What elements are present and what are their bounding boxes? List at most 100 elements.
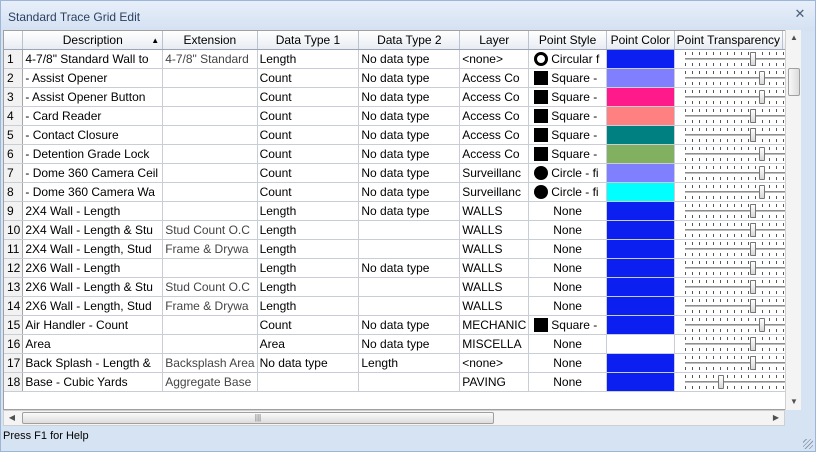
cell-description[interactable]: 2X6 Wall - Length <box>22 258 164 278</box>
cell-point-style[interactable]: Square - <box>528 87 607 107</box>
table-row[interactable]: 2- Assist Opener Count No data type Access … <box>4 68 800 88</box>
column-header-data-type-1[interactable]: Data Type 1 <box>257 31 360 50</box>
cell-extension[interactable] <box>162 68 258 88</box>
cell-point-color[interactable] <box>606 144 675 164</box>
row-number[interactable]: 5 <box>4 125 24 145</box>
cell-point-transparency[interactable] <box>674 49 800 69</box>
column-header-extension[interactable]: Extension <box>162 31 258 50</box>
cell-point-color[interactable] <box>606 220 675 240</box>
cell-description[interactable]: - Card Reader <box>22 106 164 126</box>
cell-point-style[interactable]: Square - <box>528 315 607 335</box>
row-number[interactable]: 11 <box>4 239 24 259</box>
row-number[interactable]: 12 <box>4 258 24 278</box>
cell-data-type-2[interactable]: No data type <box>358 258 461 278</box>
table-row[interactable]: 11 2X4 Wall - Length, Stud Frame & Drywa Le… <box>4 239 800 259</box>
cell-layer[interactable]: Access Co <box>459 87 530 107</box>
row-number[interactable]: 6 <box>4 144 24 164</box>
cell-point-transparency[interactable] <box>674 87 800 107</box>
cell-layer[interactable]: Access Co <box>459 106 530 126</box>
transparency-slider[interactable] <box>677 354 796 372</box>
scroll-down-icon[interactable]: ▼ <box>786 394 802 410</box>
row-number[interactable]: 10 <box>4 220 24 240</box>
cell-point-color[interactable] <box>606 315 675 335</box>
cell-extension[interactable] <box>162 106 258 126</box>
cell-point-color[interactable] <box>606 277 675 297</box>
row-number[interactable]: 9 <box>4 201 24 221</box>
table-row[interactable]: 16 Area Area No data type MISCELLA None <box>4 334 800 354</box>
cell-layer[interactable]: WALLS <box>459 258 530 278</box>
cell-layer[interactable]: PAVING <box>459 372 530 392</box>
slider-thumb[interactable] <box>749 279 756 294</box>
cell-extension[interactable] <box>162 258 258 278</box>
cell-data-type-2[interactable]: No data type <box>358 334 461 354</box>
trace-grid[interactable]: Description ▲ Extension Data Type 1 Data… <box>3 30 801 410</box>
cell-extension[interactable] <box>162 144 258 164</box>
row-number[interactable]: 3 <box>4 87 24 107</box>
cell-point-style[interactable]: None <box>528 296 607 316</box>
cell-description[interactable]: - Dome 360 Camera Ceil <box>22 163 164 183</box>
table-row[interactable]: 4- Card Reader Count No data type Access Co… <box>4 106 800 126</box>
cell-description[interactable]: - Dome 360 Camera Wa <box>22 182 164 202</box>
cell-data-type-2[interactable]: No data type <box>358 49 461 69</box>
cell-data-type-2[interactable]: No data type <box>358 144 461 164</box>
row-number[interactable]: 14 <box>4 296 24 316</box>
cell-point-transparency[interactable] <box>674 201 800 221</box>
cell-extension[interactable] <box>162 201 258 221</box>
cell-data-type-2[interactable]: No data type <box>358 163 461 183</box>
table-row[interactable]: 7- Dome 360 Camera Ceil Count No data type… <box>4 163 800 183</box>
cell-point-style[interactable]: Square - <box>528 106 607 126</box>
cell-data-type-2[interactable] <box>358 220 461 240</box>
cell-point-transparency[interactable] <box>674 353 800 373</box>
cell-description[interactable]: 2X6 Wall - Length & Stu <box>22 277 164 297</box>
cell-data-type-1[interactable]: Count <box>257 144 360 164</box>
cell-layer[interactable]: Access Co <box>459 144 530 164</box>
transparency-slider[interactable] <box>677 126 796 144</box>
cell-data-type-1[interactable]: Area <box>257 334 360 354</box>
transparency-slider[interactable] <box>677 278 796 296</box>
cell-point-style[interactable]: Square - <box>528 68 607 88</box>
column-header-layer[interactable]: Layer <box>459 31 530 50</box>
cell-point-transparency[interactable] <box>674 334 800 354</box>
cell-layer[interactable]: WALLS <box>459 220 530 240</box>
cell-point-style[interactable]: Circular f <box>528 49 607 69</box>
table-row[interactable]: 13 2X6 Wall - Length & Stu Stud Count O.C L… <box>4 277 800 297</box>
cell-point-style[interactable]: None <box>528 334 607 354</box>
slider-thumb[interactable] <box>749 336 756 351</box>
cell-point-color[interactable] <box>606 296 675 316</box>
slider-thumb[interactable] <box>758 184 765 199</box>
cell-layer[interactable]: <none> <box>459 353 530 373</box>
cell-layer[interactable]: Access Co <box>459 125 530 145</box>
cell-point-transparency[interactable] <box>674 106 800 126</box>
transparency-slider[interactable] <box>677 297 796 315</box>
cell-extension[interactable]: Frame & Drywa <box>162 296 258 316</box>
column-header-point-style[interactable]: Point Style <box>528 31 607 50</box>
row-number[interactable]: 4 <box>4 106 24 126</box>
cell-extension[interactable] <box>162 182 258 202</box>
resize-grip-icon[interactable] <box>803 439 813 449</box>
cell-data-type-1[interactable]: Length <box>257 239 360 259</box>
slider-thumb[interactable] <box>758 317 765 332</box>
cell-description[interactable]: - Assist Opener Button <box>22 87 164 107</box>
cell-layer[interactable]: WALLS <box>459 201 530 221</box>
cell-point-color[interactable] <box>606 125 675 145</box>
cell-point-transparency[interactable] <box>674 372 800 392</box>
cell-point-color[interactable] <box>606 353 675 373</box>
cell-description[interactable]: Area <box>22 334 164 354</box>
transparency-slider[interactable] <box>677 69 796 87</box>
cell-data-type-2[interactable]: Length <box>358 353 461 373</box>
cell-extension[interactable] <box>162 334 258 354</box>
transparency-slider[interactable] <box>677 107 796 125</box>
cell-description[interactable]: - Detention Grade Lock <box>22 144 164 164</box>
cell-layer[interactable]: Surveillanc <box>459 182 530 202</box>
row-number[interactable]: 1 <box>4 49 24 69</box>
scroll-left-icon[interactable]: ◀ <box>4 411 20 425</box>
cell-point-color[interactable] <box>606 163 675 183</box>
table-row[interactable]: 12 2X6 Wall - Length Length No data type WAL… <box>4 258 800 278</box>
cell-description[interactable]: 2X6 Wall - Length, Stud <box>22 296 164 316</box>
cell-point-color[interactable] <box>606 334 675 354</box>
cell-point-transparency[interactable] <box>674 68 800 88</box>
table-row[interactable]: 10 2X4 Wall - Length & Stu Stud Count O.C L… <box>4 220 800 240</box>
cell-layer[interactable]: WALLS <box>459 239 530 259</box>
cell-data-type-1[interactable] <box>257 372 360 392</box>
cell-point-transparency[interactable] <box>674 239 800 259</box>
